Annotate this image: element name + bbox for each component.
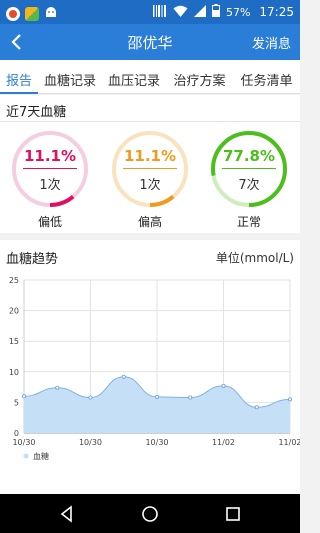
recents-nav-icon[interactable]	[223, 504, 243, 524]
y-tick-label: 5	[14, 398, 19, 407]
data-point	[188, 395, 193, 400]
home-nav-icon[interactable]	[140, 504, 160, 524]
tab-blood-pressure-records[interactable]: 血压记录	[102, 60, 166, 94]
tab-treatment-plan[interactable]: 治疗方案	[166, 60, 233, 94]
data-point	[55, 385, 60, 390]
low-ring-track	[12, 131, 88, 207]
high-count: 1次	[139, 178, 161, 193]
data-point	[88, 395, 93, 400]
data-point	[254, 405, 259, 410]
low-ring: 11.1% 1次	[9, 128, 91, 210]
y-tick-label: 0	[14, 429, 19, 438]
x-tick-label: 10/30	[12, 438, 35, 447]
x-tick-label: 11/02	[278, 438, 300, 447]
battery-icon	[211, 4, 220, 20]
low-ring-graphic	[12, 131, 88, 207]
high-sep	[123, 168, 177, 169]
x-tick-label: 11/02	[212, 438, 235, 447]
high-ring-track	[112, 131, 188, 207]
normal-ring: 77.8% 7次	[208, 128, 290, 210]
x-tick-label: 10/30	[145, 438, 168, 447]
high-label: 偏高	[137, 215, 162, 229]
clock: 17:25	[259, 5, 294, 19]
tab-bar: 报告 血糖记录 血压记录 治疗方案 任务清单	[0, 60, 300, 94]
legend-label: 血糖	[33, 451, 49, 461]
photos-app-icon	[25, 6, 39, 21]
android-icon	[44, 5, 58, 22]
browser-app-icon	[6, 6, 20, 21]
y-tick-label: 20	[9, 307, 19, 316]
glucose-trend-chart: 0 5 10 15 20 25 10/30 10/30 10/30 11/02 11/02 血糖	[9, 276, 300, 461]
wifi-icon	[173, 5, 188, 20]
tab-glucose-records[interactable]: 血糖记录	[38, 60, 102, 94]
high-ring-graphic	[112, 131, 188, 207]
data-point	[221, 383, 226, 388]
barcode-icon	[152, 4, 167, 20]
glucose-trend-card: 血糖趋势 单位(mmol/L) 0 5 10 15 20 25 10/30 10/30 10/3…	[0, 240, 300, 494]
data-point	[287, 397, 292, 402]
legend-marker	[23, 453, 29, 459]
tab-report[interactable]: 报告	[0, 60, 38, 94]
data-point	[154, 394, 159, 399]
low-sep	[23, 168, 77, 169]
summary-title: 近7天血糖	[6, 105, 67, 120]
normal-label: 正常	[236, 215, 261, 229]
low-percent: 11.1%	[23, 147, 77, 165]
low-count: 1次	[39, 178, 61, 193]
signal-icon	[193, 4, 206, 20]
y-tick-label: 25	[9, 276, 19, 285]
normal-sep	[222, 168, 276, 169]
status-bar: 57% 17:25	[0, 0, 300, 24]
y-tick-label: 15	[9, 337, 19, 346]
trend-unit: 单位(mmol/L)	[215, 251, 294, 265]
glucose-summary-card: 近7天血糖 11.1% 1次 偏低 11.1% 1次 偏高 77.8% 7次 正…	[0, 95, 300, 233]
send-message-button[interactable]: 发消息	[252, 33, 291, 52]
data-point	[21, 394, 26, 399]
divider	[0, 121, 300, 122]
normal-percent: 77.8%	[222, 147, 276, 165]
data-point	[121, 374, 126, 379]
battery-percent: 57%	[225, 5, 251, 19]
y-tick-label: 10	[9, 368, 19, 377]
tab-task-list[interactable]: 任务清单	[233, 60, 300, 94]
low-label: 偏低	[37, 215, 62, 229]
high-ring: 11.1% 1次	[109, 128, 191, 210]
back-nav-icon[interactable]	[57, 504, 77, 524]
trend-title: 血糖趋势	[6, 252, 59, 267]
high-percent: 11.1%	[123, 147, 177, 165]
normal-ring-graphic	[211, 131, 287, 207]
system-nav-bar	[0, 494, 300, 533]
normal-count: 7次	[238, 178, 260, 193]
x-tick-label: 10/30	[79, 438, 102, 447]
app-header: 邵优华 发消息	[0, 24, 300, 60]
